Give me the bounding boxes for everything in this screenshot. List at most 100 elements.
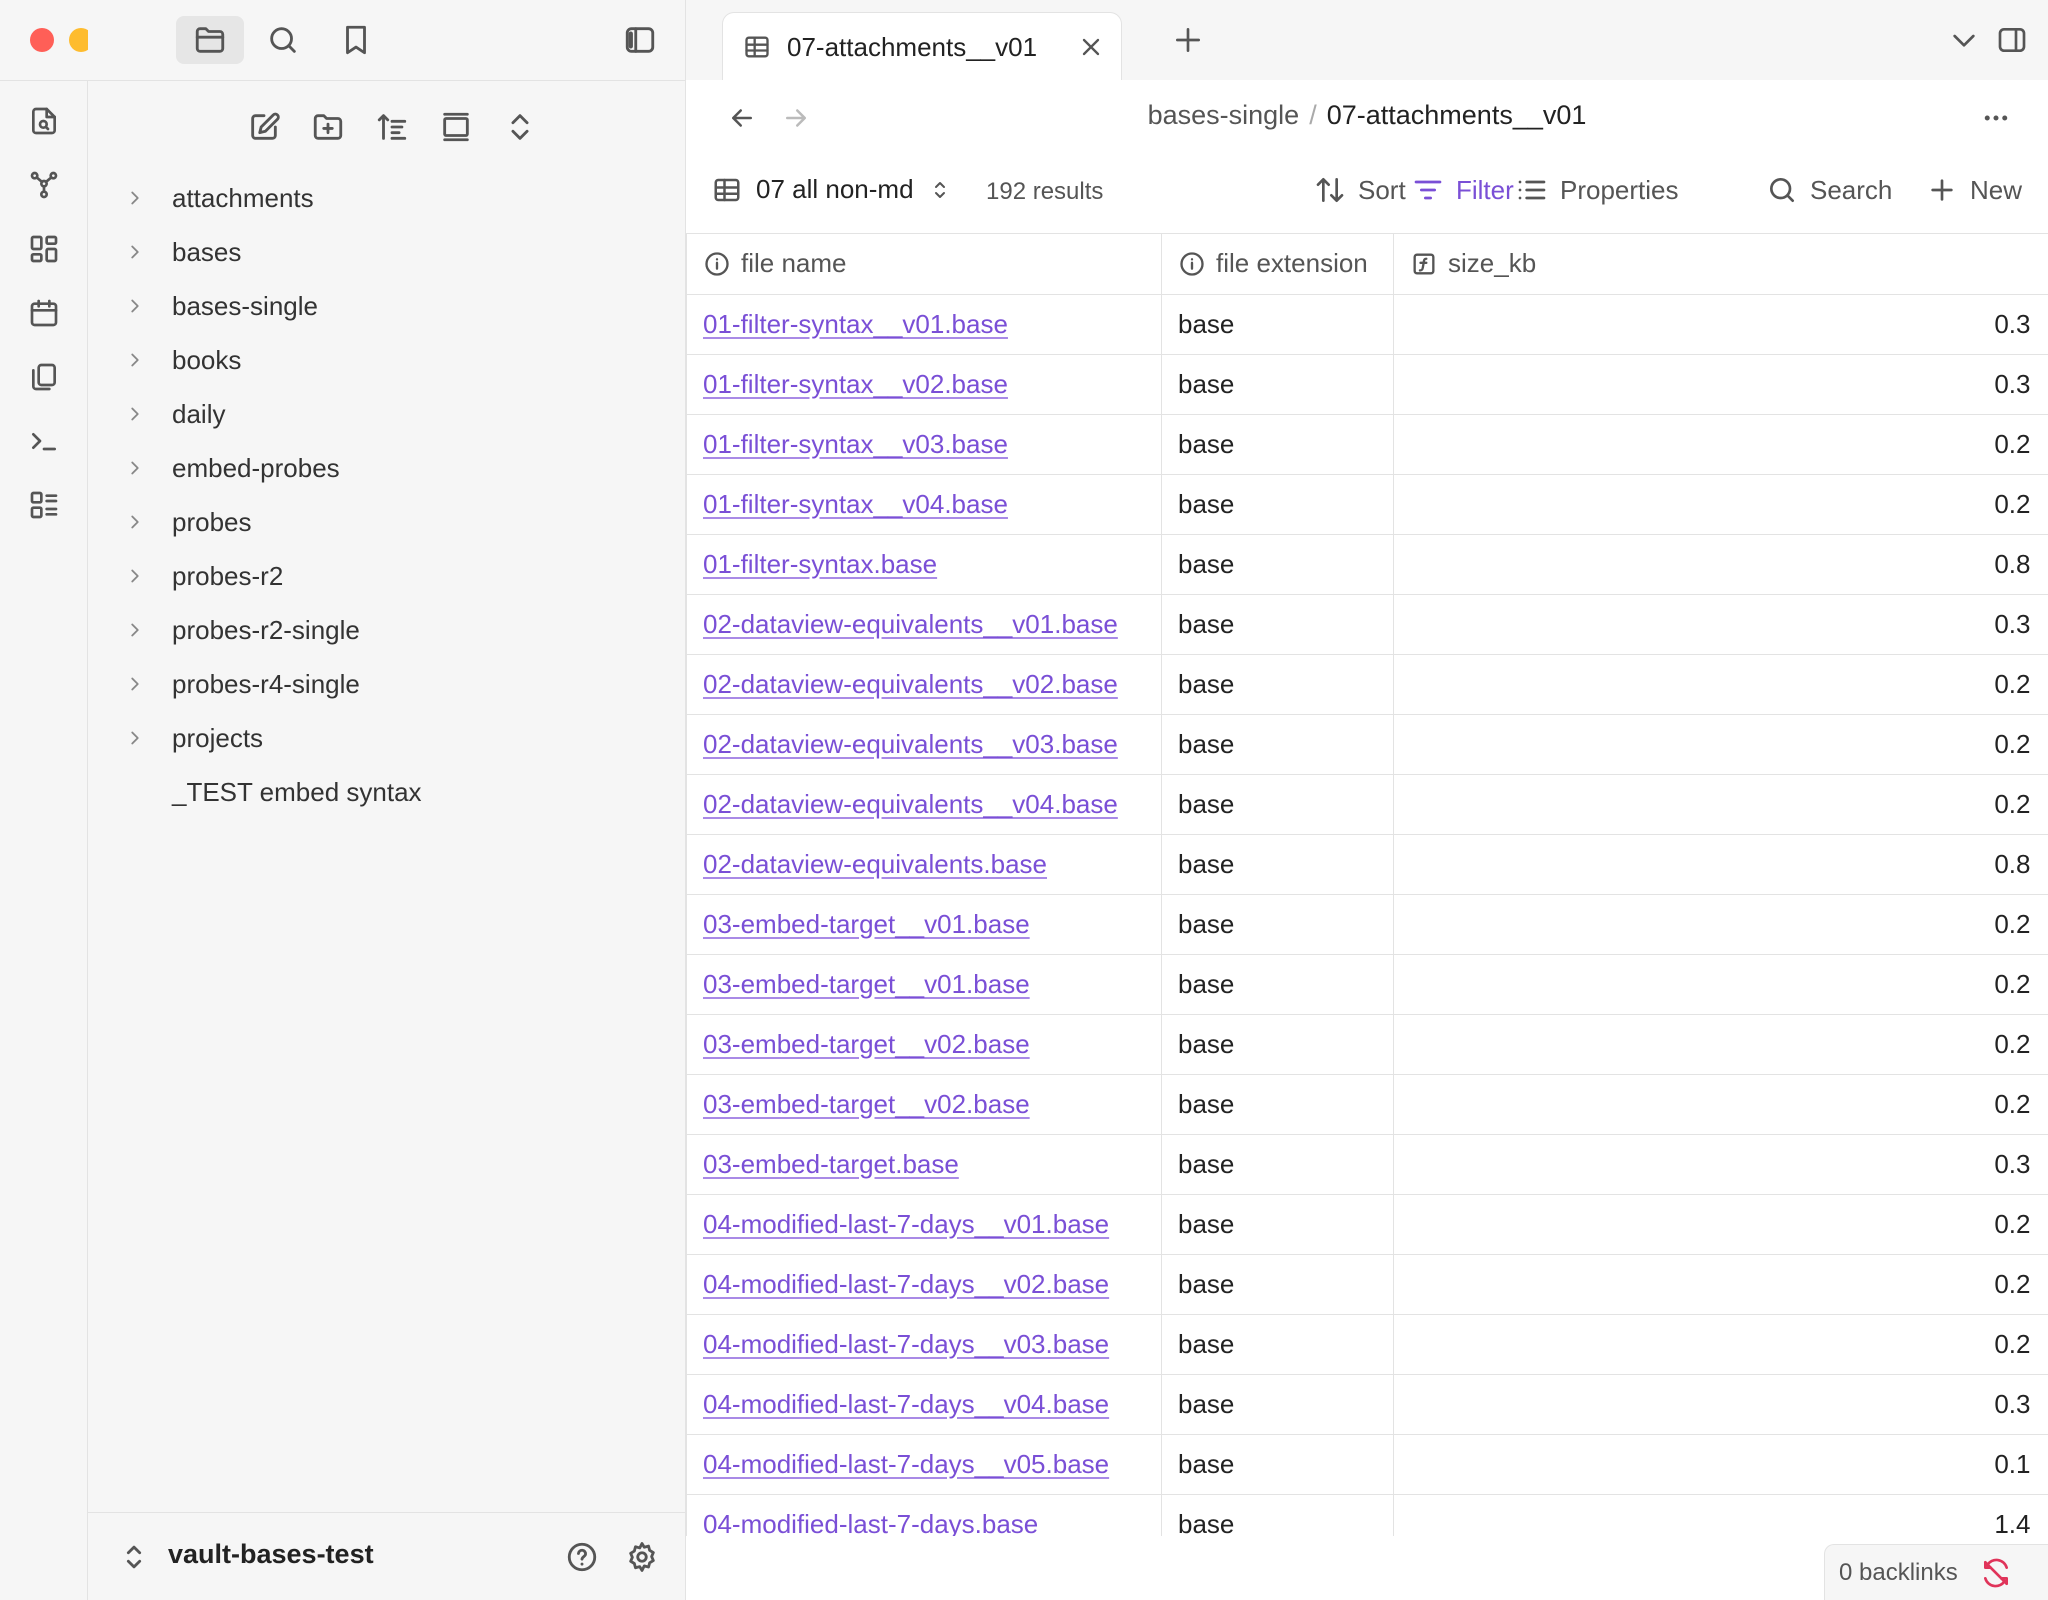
size-kb-cell: 0.3 (1393, 354, 2048, 415)
new-label: New (1970, 174, 2023, 205)
files-icon[interactable] (176, 16, 244, 64)
command-palette-icon[interactable] (24, 421, 64, 461)
tree-file[interactable]: _TEST embed syntax (88, 765, 686, 819)
sync-error-icon[interactable] (1980, 1557, 2012, 1589)
column-header-file-extension[interactable]: file extension (1161, 234, 1394, 295)
close-icon[interactable] (1077, 33, 1105, 61)
results-table: file name file extension size_kb 01-filt… (686, 234, 2048, 1536)
size-kb-cell: 0.2 (1393, 474, 2048, 535)
new-button[interactable]: New (1926, 174, 2022, 206)
file-name-link[interactable]: 04-modified-last-7-days__v02.base (686, 1254, 1162, 1315)
file-name-link[interactable]: 04-modified-last-7-days__v03.base (686, 1314, 1162, 1375)
table-row: 01-filter-syntax.base base 0.8 (686, 534, 2048, 595)
file-name-link[interactable]: 03-embed-target__v01.base (686, 894, 1162, 955)
tree-folder[interactable]: projects (88, 711, 686, 765)
table-view-icon (712, 175, 742, 205)
bookmarks-icon[interactable] (322, 16, 390, 64)
tab-active[interactable]: 07-attachments__v01 (722, 12, 1122, 81)
file-name-link[interactable]: 04-modified-last-7-days__v05.base (686, 1434, 1162, 1495)
file-name-link[interactable]: 04-modified-last-7-days.base (686, 1494, 1162, 1536)
file-extension-cell: base (1161, 834, 1394, 895)
window-close-button[interactable] (30, 28, 54, 52)
view-selector[interactable]: 07 all non-md (712, 174, 952, 205)
tree-folder[interactable]: embed-probes (88, 441, 686, 495)
file-extension-cell: base (1161, 414, 1394, 475)
search-button[interactable]: Search (1766, 174, 1892, 206)
collapse-icon[interactable] (432, 103, 480, 151)
file-extension-cell: base (1161, 1014, 1394, 1075)
toggle-right-sidebar-icon[interactable] (1992, 20, 2032, 60)
tree-folder[interactable]: bases (88, 225, 686, 279)
file-name-link[interactable]: 03-embed-target__v02.base (686, 1014, 1162, 1075)
vault-name[interactable]: vault-bases-test (168, 1539, 374, 1570)
table-row: 03-embed-target__v02.base base 0.2 (686, 1014, 2048, 1075)
table-row: 04-modified-last-7-days.base base 1.4 (686, 1494, 2048, 1536)
file-name-link[interactable]: 02-dataview-equivalents__v01.base (686, 594, 1162, 655)
results-count: 192 results (986, 178, 1104, 205)
file-extension-cell: base (1161, 534, 1394, 595)
search-icon[interactable] (249, 16, 317, 64)
expand-icon[interactable] (496, 103, 544, 151)
chevron-up-down-icon[interactable] (114, 1537, 154, 1577)
file-name-link[interactable]: 01-filter-syntax.base (686, 534, 1162, 595)
file-name-link[interactable]: 02-dataview-equivalents__v04.base (686, 774, 1162, 835)
tree-folder[interactable]: probes-r2-single (88, 603, 686, 657)
table-icon (743, 33, 771, 61)
file-name-link[interactable]: 03-embed-target.base (686, 1134, 1162, 1195)
file-name-link[interactable]: 01-filter-syntax__v04.base (686, 474, 1162, 535)
new-note-icon[interactable] (240, 103, 288, 151)
quick-switcher-icon[interactable] (24, 101, 64, 141)
tree-folder[interactable]: attachments (88, 171, 686, 225)
properties-button[interactable]: Properties (1516, 174, 1679, 206)
tree-folder[interactable]: daily (88, 387, 686, 441)
file-extension-cell: base (1161, 954, 1394, 1015)
canvas-icon[interactable] (24, 229, 64, 269)
table-row: 02-dataview-equivalents__v01.base base 0.3 (686, 594, 2048, 655)
size-kb-cell: 0.1 (1393, 1434, 2048, 1495)
file-name-link[interactable]: 01-filter-syntax__v02.base (686, 354, 1162, 415)
file-name-link[interactable]: 01-filter-syntax__v01.base (686, 294, 1162, 355)
column-header-file-name[interactable]: file name (686, 234, 1162, 295)
new-folder-icon[interactable] (304, 103, 352, 151)
window-titlebar-left (0, 0, 133, 80)
new-tab-icon[interactable] (1168, 20, 1208, 60)
sort-button[interactable]: Sort (1314, 174, 1406, 206)
bases-icon[interactable] (24, 485, 64, 525)
vault-switcher[interactable]: vault-bases-test (88, 1512, 686, 1600)
file-name-link[interactable]: 03-embed-target__v01.base (686, 954, 1162, 1015)
file-name-link[interactable]: 02-dataview-equivalents__v03.base (686, 714, 1162, 775)
sidebar-header (88, 0, 686, 80)
toggle-sidebar-icon[interactable] (606, 16, 674, 64)
file-extension-cell: base (1161, 1494, 1394, 1536)
tree-folder[interactable]: probes (88, 495, 686, 549)
file-extension-cell: base (1161, 1314, 1394, 1375)
file-name-link[interactable]: 02-dataview-equivalents__v02.base (686, 654, 1162, 715)
column-label: file extension (1216, 248, 1368, 279)
breadcrumb-parent[interactable]: bases-single (1148, 100, 1300, 130)
tree-folder[interactable]: probes-r4-single (88, 657, 686, 711)
tab-list-chevron-down-icon[interactable] (1944, 20, 1984, 60)
backlinks-count[interactable]: 0 backlinks (1839, 1559, 1958, 1587)
help-icon[interactable] (562, 1537, 602, 1577)
file-name-link[interactable]: 03-embed-target__v02.base (686, 1074, 1162, 1135)
tree-folder[interactable]: books (88, 333, 686, 387)
tree-folder[interactable]: probes-r2 (88, 549, 686, 603)
file-name-link[interactable]: 04-modified-last-7-days__v01.base (686, 1194, 1162, 1255)
graph-view-icon[interactable] (24, 165, 64, 205)
templates-icon[interactable] (24, 357, 64, 397)
column-header-size-kb[interactable]: size_kb (1393, 234, 2048, 295)
more-options-icon[interactable] (1976, 98, 2016, 138)
daily-notes-icon[interactable] (24, 293, 64, 333)
size-kb-cell: 0.2 (1393, 1254, 2048, 1315)
breadcrumb-current[interactable]: 07-attachments__v01 (1327, 100, 1587, 130)
filter-button[interactable]: Filter (1412, 174, 1514, 206)
file-extension-cell: base (1161, 294, 1394, 355)
file-name-link[interactable]: 02-dataview-equivalents.base (686, 834, 1162, 895)
table-row: 01-filter-syntax__v02.base base 0.3 (686, 354, 2048, 415)
chevron-right-icon (124, 565, 146, 587)
tree-folder[interactable]: bases-single (88, 279, 686, 333)
file-name-link[interactable]: 01-filter-syntax__v03.base (686, 414, 1162, 475)
settings-icon[interactable] (622, 1537, 662, 1577)
sort-icon[interactable] (368, 103, 416, 151)
file-name-link[interactable]: 04-modified-last-7-days__v04.base (686, 1374, 1162, 1435)
